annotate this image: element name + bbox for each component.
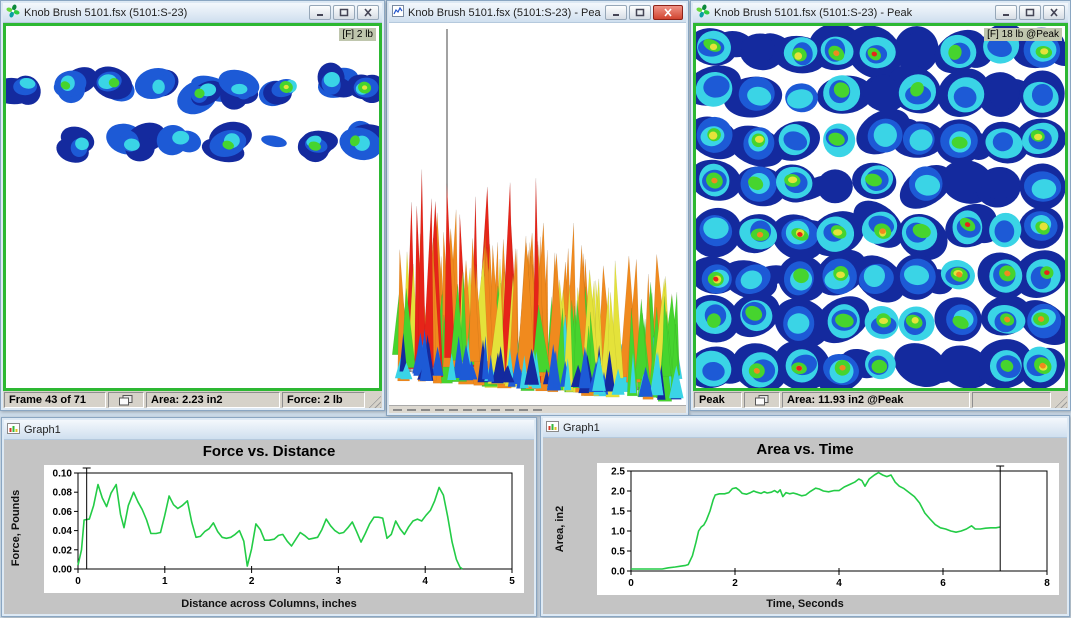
area-chart-svg[interactable]: 0.0 0.5 1.0 1.5 2.0 2.5 0 2 4 6 8 — [597, 463, 1059, 595]
mode-readout: Peak — [694, 392, 742, 408]
titlebar-graph-area[interactable]: Graph1 — [543, 418, 1067, 438]
window-title: Knob Brush 5101.fsx (5101:S-23) - Peak — [714, 7, 991, 19]
pressure-map-2d-canvas[interactable]: [F] 2 lb — [3, 23, 382, 391]
pressure-blobs-svg — [6, 26, 379, 388]
svg-text:8: 8 — [1044, 578, 1050, 589]
graph-icon — [546, 421, 559, 435]
frame-counter: Frame 43 of 71 — [4, 392, 106, 408]
maximize-button[interactable] — [629, 5, 651, 20]
y-axis-label: Area, in2 — [554, 506, 566, 552]
svg-text:1.5: 1.5 — [611, 507, 625, 518]
window-graph-area: Graph1 Area vs. Time Area, in2 0.0 0.5 1.0… — [540, 415, 1070, 617]
svg-text:0.08: 0.08 — [53, 488, 73, 499]
svg-text:0.5: 0.5 — [611, 547, 625, 558]
close-button[interactable] — [357, 5, 379, 20]
svg-text:1: 1 — [162, 576, 168, 587]
titlebar-peak-2d[interactable]: Knob Brush 5101.fsx (5101:S-23) - Peak — [693, 3, 1068, 23]
window-graph-force: Graph1 Force vs. Distance Force, Pounds … — [1, 417, 537, 617]
close-button[interactable] — [653, 5, 683, 20]
status-bar-realtime: Frame 43 of 71 Area: 2.23 in2 Force: 2 l… — [3, 391, 382, 408]
window-realtime-2d: Knob Brush 5101.fsx (5101:S-23) [F] 2 lb… — [0, 0, 385, 411]
resize-grip[interactable] — [1053, 394, 1067, 408]
close-button[interactable] — [1043, 5, 1065, 20]
window-title: Graph1 — [24, 424, 531, 436]
x-axis-label: Distance across Columns, inches — [4, 598, 534, 610]
titlebar-graph-force[interactable]: Graph1 — [4, 420, 534, 440]
window-title: Knob Brush 5101.fsx (5101:S-23) — [24, 7, 305, 19]
svg-text:0.00: 0.00 — [53, 565, 73, 576]
window-peak-2d: Knob Brush 5101.fsx (5101:S-23) - Peak [… — [690, 0, 1071, 411]
peak-map-canvas[interactable]: [F] 18 lb @Peak — [693, 23, 1068, 391]
windows-overlap-icon[interactable] — [108, 392, 144, 408]
x-axis-label: Time, Seconds — [543, 598, 1067, 610]
svg-text:0.04: 0.04 — [53, 526, 73, 537]
svg-text:0.06: 0.06 — [53, 507, 73, 518]
plot-area[interactable]: 0.00 0.02 0.04 0.06 0.08 0.10 0 1 2 3 4 5 — [44, 465, 524, 593]
svg-text:0: 0 — [75, 576, 81, 587]
svg-text:0.10: 0.10 — [53, 469, 73, 480]
area-readout: Area: 2.23 in2 — [146, 392, 280, 408]
force-chart-svg[interactable]: 0.00 0.02 0.04 0.06 0.08 0.10 0 1 2 3 4 5 — [44, 465, 524, 593]
status-bar-peak: Peak Area: 11.93 in2 @Peak — [693, 391, 1068, 408]
graph-body: Area vs. Time Area, in2 0.0 0.5 1.0 1.5 2.0 2… — [543, 438, 1067, 614]
app-pinwheel-icon — [6, 4, 20, 21]
svg-text:1.0: 1.0 — [611, 527, 625, 538]
svg-text:2: 2 — [249, 576, 255, 587]
chart-doc-icon — [392, 5, 404, 20]
window-title: Graph1 — [563, 422, 1064, 434]
svg-text:4: 4 — [422, 576, 428, 587]
svg-text:0.02: 0.02 — [53, 545, 73, 556]
resize-grip[interactable] — [367, 394, 381, 408]
window-3d-peak: Knob Brush 5101.fsx (5101:S-23) - Peak — [386, 0, 689, 416]
svg-text:0.0: 0.0 — [611, 567, 625, 578]
titlebar-3d-peak[interactable]: Knob Brush 5101.fsx (5101:S-23) - Peak — [389, 3, 686, 23]
force-readout: Force: 2 lb — [282, 392, 365, 408]
svg-text:5: 5 — [509, 576, 515, 587]
force-scale-label: [F] 2 lb — [339, 28, 376, 41]
svg-text:2: 2 — [732, 578, 738, 589]
maximize-button[interactable] — [1019, 5, 1041, 20]
chart-title: Force vs. Distance — [4, 443, 534, 460]
svg-text:3: 3 — [336, 576, 342, 587]
maximize-button[interactable] — [333, 5, 355, 20]
minimize-button[interactable] — [995, 5, 1017, 20]
svg-text:2.5: 2.5 — [611, 467, 625, 478]
peak-map-svg — [696, 26, 1065, 388]
svg-text:2.0: 2.0 — [611, 487, 625, 498]
force-scale-label: [F] 18 lb @Peak — [984, 28, 1062, 41]
app-pinwheel-icon — [696, 4, 710, 21]
status-bar-partial — [389, 405, 686, 413]
graph-icon — [7, 423, 20, 437]
plot-area[interactable]: 0.0 0.5 1.0 1.5 2.0 2.5 0 2 4 6 8 — [597, 463, 1059, 595]
y-axis-label: Force, Pounds — [10, 490, 22, 566]
minimize-button[interactable] — [605, 5, 627, 20]
status-empty-cell — [972, 392, 1051, 408]
window-title: Knob Brush 5101.fsx (5101:S-23) - Peak — [408, 7, 601, 19]
area-readout: Area: 11.93 in2 @Peak — [782, 392, 970, 408]
titlebar-realtime-2d[interactable]: Knob Brush 5101.fsx (5101:S-23) — [3, 3, 382, 23]
svg-text:0: 0 — [628, 578, 634, 589]
windows-overlap-icon[interactable] — [744, 392, 780, 408]
mdi-desktop: Knob Brush 5101.fsx (5101:S-23) [F] 2 lb… — [0, 0, 1071, 618]
surface-3d-canvas[interactable] — [389, 23, 686, 405]
surface-3d-svg — [389, 23, 686, 405]
svg-text:6: 6 — [940, 578, 946, 589]
svg-text:4: 4 — [836, 578, 842, 589]
chart-title: Area vs. Time — [543, 441, 1067, 458]
graph-body: Force vs. Distance Force, Pounds 0.000.0… — [4, 440, 534, 614]
minimize-button[interactable] — [309, 5, 331, 20]
